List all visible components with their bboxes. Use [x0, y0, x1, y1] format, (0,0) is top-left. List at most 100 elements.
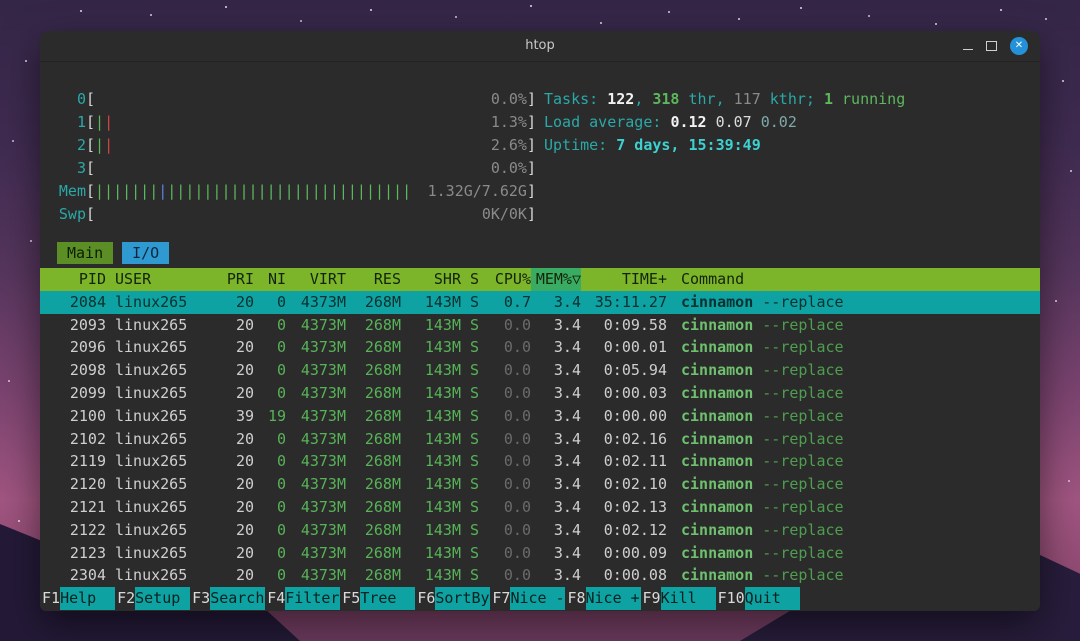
fn-f10-quit-button[interactable]: F10 Quit — [716, 587, 800, 610]
process-row[interactable]: 2304 linux265 20 0 4373M 268M 143M S 0.0 3.4 0:00.… — [40, 564, 1040, 587]
fn-action-label: Kill — [660, 587, 716, 610]
fn-f2-setup-button[interactable]: F2 Setup — [115, 587, 191, 610]
fn-f3-search-button[interactable]: F3 Search — [190, 587, 266, 610]
cell-s: S — [470, 406, 480, 425]
cell-virt: 4373M — [300, 452, 346, 471]
cell-shr: 143M — [424, 452, 461, 471]
cell-res: 268M — [364, 361, 401, 380]
process-row[interactable]: 2093 linux265 20 0 4373M 268M 143M S 0.0 3.4 0:09.… — [40, 314, 1040, 337]
process-row[interactable]: 2123 linux265 20 0 4373M 268M 143M S 0.0 3.4 0:00.… — [40, 542, 1040, 565]
cell-user: linux265 — [115, 406, 188, 425]
cell-virt: 4373M — [300, 361, 346, 380]
cell-mem: 3.4 — [553, 566, 581, 585]
column-header-cmd[interactable]: Command — [667, 268, 1040, 291]
tasks-line-segment: 318 — [652, 90, 680, 108]
command-args: --replace — [753, 543, 844, 562]
column-header-user[interactable]: USER — [106, 268, 202, 291]
bracket-open-icon: [ — [86, 90, 96, 108]
command-args: --replace — [753, 361, 844, 380]
cell-s: S — [470, 452, 480, 471]
meter-value: 0K/0K — [481, 205, 527, 223]
cell-pri: 20 — [235, 566, 254, 585]
cell-virt: 4373M — [300, 406, 346, 425]
cell-ni: 0 — [276, 566, 286, 585]
cell-s: S — [470, 475, 480, 494]
cell-pri: 20 — [235, 383, 254, 402]
process-row[interactable]: 2119 linux265 20 0 4373M 268M 143M S 0.0 3.4 0:02.… — [40, 450, 1040, 473]
fn-f8-nice-button[interactable]: F8 Nice + — [565, 587, 641, 610]
process-table: PID USER PRI NI VIRT RES SHR S CPU% MEM%▽ TIME+ Com… — [40, 268, 1040, 587]
process-row[interactable]: 2102 linux265 20 0 4373M 268M 143M S 0.0 3.4 0:02.… — [40, 428, 1040, 451]
cell-pid: 2122 — [69, 520, 106, 539]
process-row[interactable]: 2084 linux265 20 0 4373M 268M 143M S 0.7 3.4 35:11… — [40, 290, 1040, 314]
tasks-line-segment: Tasks: — [544, 90, 608, 108]
process-row[interactable]: 2098 linux265 20 0 4373M 268M 143M S 0.0 3.4 0:05.… — [40, 359, 1040, 382]
fn-f5-tree-button[interactable]: F5 Tree — [340, 587, 416, 610]
window-titlebar[interactable]: htop ✕ — [40, 31, 1040, 62]
tasks-line-segment: 1 — [823, 90, 833, 108]
cell-pri: 20 — [235, 429, 254, 448]
cell-cpu: 0.0 — [503, 497, 531, 516]
cell-cpu: 0.0 — [503, 338, 531, 357]
column-header-pri[interactable]: PRI — [202, 268, 254, 291]
cell-res: 268M — [364, 429, 401, 448]
cell-shr: 143M — [424, 292, 461, 311]
process-row[interactable]: 2122 linux265 20 0 4373M 268M 143M S 0.0 3.4 0:02.… — [40, 519, 1040, 542]
cell-mem: 3.4 — [553, 452, 581, 471]
minimize-icon[interactable] — [963, 49, 973, 50]
cell-time: 0:00.08 — [603, 566, 667, 585]
cell-ni: 0 — [276, 520, 286, 539]
fn-f4-filter-button[interactable]: F4 Filter — [265, 587, 341, 610]
cell-pid: 2084 — [69, 292, 106, 311]
column-header-mem[interactable]: MEM%▽ — [531, 268, 581, 291]
meters-column-left: 0[0.0%] 1[|| 1.3%] 2[|| 2.6%] 3[0.0%] Mem[||||… — [56, 88, 536, 226]
column-header-cpu[interactable]: CPU% — [483, 268, 531, 291]
close-icon[interactable]: ✕ — [1010, 37, 1028, 55]
cell-pri: 20 — [235, 497, 254, 516]
column-header-s[interactable]: S — [461, 268, 483, 291]
cell-virt: 4373M — [300, 475, 346, 494]
meter-body: ||||||||||||||||||||||||||||||||||| 1.32G… — [95, 180, 527, 203]
tab-io[interactable]: I/O — [122, 242, 170, 264]
window-title: htop — [525, 38, 555, 53]
tab-main[interactable]: Main — [57, 242, 114, 264]
cell-ni: 0 — [276, 338, 286, 357]
uptime-line-segment: 7 days, 15:39:49 — [616, 136, 761, 154]
cell-shr: 143M — [424, 406, 461, 425]
command-name: cinnamon — [681, 566, 754, 585]
process-row[interactable]: 2096 linux265 20 0 4373M 268M 143M S 0.0 3.4 0:00.… — [40, 336, 1040, 359]
process-row[interactable]: 2120 linux265 20 0 4373M 268M 143M S 0.0 3.4 0:02.… — [40, 473, 1040, 496]
fn-f6-sortby-button[interactable]: F6 SortBy — [415, 587, 491, 610]
process-row[interactable]: 2099 linux265 20 0 4373M 268M 143M S 0.0 3.4 0:00.… — [40, 382, 1040, 405]
cell-pid: 2098 — [69, 361, 106, 380]
column-header-pid[interactable]: PID — [40, 268, 106, 291]
maximize-icon[interactable] — [986, 41, 997, 51]
column-header-virt[interactable]: VIRT — [286, 268, 346, 291]
column-header-ni[interactable]: NI — [254, 268, 286, 291]
tasks-line-segment: , — [634, 90, 653, 108]
column-header-res[interactable]: RES — [346, 268, 401, 291]
cell-pri: 20 — [235, 361, 254, 380]
cell-res: 268M — [364, 383, 401, 402]
command-name: cinnamon — [681, 361, 754, 380]
column-header-time[interactable]: TIME+ — [581, 268, 667, 291]
fn-key-label: F5 — [342, 589, 361, 608]
meter-tick: | — [104, 113, 114, 131]
fn-action-label: Search — [210, 587, 266, 610]
cell-pri: 20 — [235, 520, 254, 539]
htop-window: htop ✕ 0[0.0%] 1[|| 1.3%] 2[|| 2.6%] 3[0.0%] M… — [40, 31, 1040, 611]
meter-value: 2.6% — [490, 136, 527, 154]
cell-shr: 143M — [424, 361, 461, 380]
fn-f1-help-button[interactable]: F1 Help — [40, 587, 116, 610]
cell-virt: 4373M — [300, 315, 346, 334]
fn-f7-nice-button[interactable]: F7 Nice - — [490, 587, 566, 610]
cell-time: 35:11.27 — [594, 292, 667, 311]
column-header-shr[interactable]: SHR — [401, 268, 461, 291]
cell-mem: 3.4 — [553, 292, 581, 311]
process-row[interactable]: 2121 linux265 20 0 4373M 268M 143M S 0.0 3.4 0:02.… — [40, 496, 1040, 519]
cell-s: S — [470, 361, 480, 380]
tasks-line: Tasks: 122, 318 thr, 117 kthr; 1 running — [544, 88, 1024, 111]
process-row[interactable]: 2100 linux265 39 19 4373M 268M 143M S 0.0 3.4 0:00… — [40, 405, 1040, 428]
fn-f9-kill-button[interactable]: F9 Kill — [641, 587, 716, 610]
cell-time: 0:09.58 — [603, 315, 667, 334]
